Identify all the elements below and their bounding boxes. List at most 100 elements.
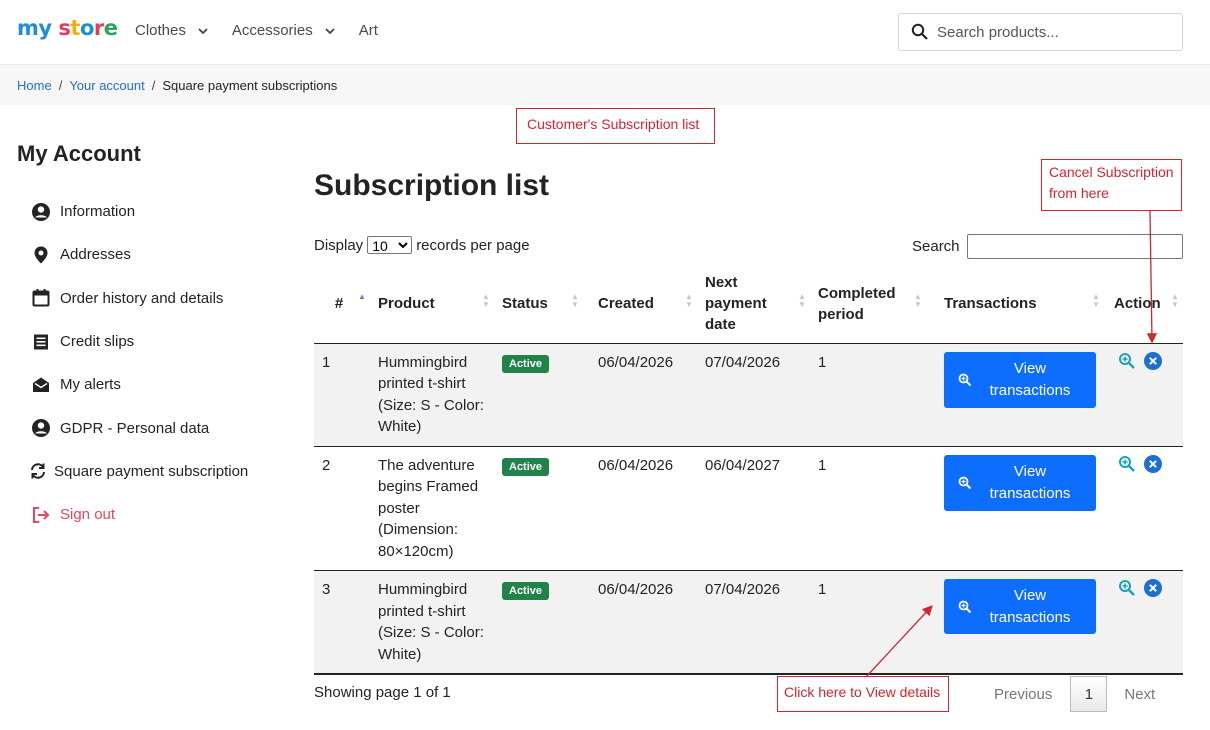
previous-page-button[interactable]: Previous: [994, 686, 1052, 703]
column-header-label: Completed period: [818, 284, 896, 323]
subscription-table: # ▲ Product ▲ ▼ Status ▲ ▼ Created ▲ ▼ Next pay…: [314, 265, 1183, 675]
breadcrumb-separator: /: [151, 78, 156, 93]
column-header-number[interactable]: # ▲: [314, 265, 370, 344]
sidebar-item-label: Sign out: [60, 506, 116, 524]
cancel-subscription-icon[interactable]: [1144, 351, 1162, 370]
envelope-open-icon: [30, 374, 52, 396]
nav-art-label: Art: [358, 22, 378, 39]
column-header-completed-period[interactable]: Completed period ▲ ▼: [810, 265, 926, 344]
sidebar-item-label: Square payment subscription: [54, 462, 249, 480]
breadcrumb-bar: Home / Your account / Square payment sub…: [0, 64, 1210, 105]
table-header-row: # ▲ Product ▲ ▼ Status ▲ ▼ Created ▲ ▼ Next pay…: [314, 265, 1183, 344]
column-header-label: Created: [598, 295, 654, 313]
cell-actions: [1104, 343, 1183, 447]
pagination-info: Showing page 1 of 1: [314, 684, 451, 701]
user-circle-icon: [30, 201, 52, 223]
cell-product: Hummingbird printed t-shirt (Size: S - C…: [370, 343, 494, 447]
column-header-created[interactable]: Created ▲ ▼: [583, 265, 697, 344]
breadcrumb: Home / Your account / Square payment sub…: [17, 78, 337, 93]
breadcrumb-your-account[interactable]: Your account: [69, 78, 144, 93]
next-page-button[interactable]: Next: [1124, 686, 1155, 703]
column-header-product[interactable]: Product ▲ ▼: [370, 265, 494, 344]
cell-created: 06/04/2026: [583, 446, 697, 571]
row-actions: [1112, 579, 1175, 597]
sidebar-item-label: My alerts: [60, 376, 121, 394]
sidebar-item-label: Information: [60, 203, 136, 221]
cell-number: 1: [314, 343, 370, 447]
column-header-label: Product: [378, 295, 435, 313]
table-row: 2 The adventure begins Framed poster (Di…: [314, 446, 1183, 571]
sort-icon: ▲ ▼: [685, 292, 693, 309]
display-prefix: Display: [314, 236, 364, 254]
view-transactions-button[interactable]: View transactions: [944, 454, 1096, 511]
sort-icon: ▲ ▼: [914, 292, 922, 309]
cell-status: Active: [494, 446, 583, 571]
table-row: 1 Hummingbird printed t-shirt (Size: S -…: [314, 343, 1183, 447]
view-transactions-button[interactable]: View transactions: [944, 579, 1096, 634]
cell-status: Active: [494, 570, 583, 675]
cell-completed: 1: [810, 570, 926, 675]
sidebar-item-order-history[interactable]: Order history and details: [30, 277, 248, 320]
account-sidebar: Information Addresses Order history and …: [30, 190, 248, 536]
nav-clothes-label: Clothes: [135, 22, 186, 39]
sort-icon: ▲ ▼: [1092, 292, 1100, 309]
logo-my: my: [17, 16, 52, 40]
sidebar-item-square-subscription[interactable]: Square payment subscription: [27, 450, 248, 493]
sidebar-item-label: Credit slips: [60, 333, 135, 351]
sidebar-item-information[interactable]: Information: [30, 190, 248, 233]
page-button-current[interactable]: 1: [1070, 676, 1108, 712]
product-search-input[interactable]: [937, 23, 1177, 41]
cell-completed: 1: [810, 446, 926, 571]
cell-product: The adventure begins Framed poster (Dime…: [370, 446, 494, 571]
view-details-icon[interactable]: [1118, 455, 1136, 473]
annotation-subscription-list: Customer's Subscription list: [516, 108, 715, 144]
sidebar-item-gdpr[interactable]: GDPR - Personal data: [30, 406, 248, 449]
annotation-cancel-subscription: Cancel Subscription from here: [1041, 159, 1182, 211]
column-header-status[interactable]: Status ▲ ▼: [494, 265, 583, 344]
cell-next-payment: 07/04/2026: [697, 343, 810, 447]
chevron-down-icon: [198, 27, 208, 34]
sort-icon: ▲ ▼: [798, 292, 806, 309]
cell-created: 06/04/2026: [583, 343, 697, 447]
nav-art[interactable]: Art: [359, 22, 378, 39]
nav-accessories-label: Accessories: [231, 22, 313, 39]
column-header-next-payment[interactable]: Next payment date ▲ ▼: [697, 265, 810, 344]
view-transactions-label: View transactions: [989, 586, 1071, 626]
cancel-subscription-icon[interactable]: [1144, 579, 1162, 597]
view-transactions-button[interactable]: View transactions: [944, 351, 1096, 408]
cell-number: 2: [314, 446, 370, 571]
view-details-icon[interactable]: [1118, 352, 1136, 370]
view-details-icon[interactable]: [1118, 579, 1136, 597]
records-per-page-select[interactable]: 10: [367, 236, 413, 254]
nav-accessories[interactable]: Accessories: [232, 22, 337, 39]
breadcrumb-separator: /: [58, 78, 63, 93]
sidebar-item-my-alerts[interactable]: My alerts: [30, 363, 248, 406]
breadcrumb-home[interactable]: Home: [17, 78, 52, 93]
cell-status: Active: [494, 343, 583, 447]
cell-actions: [1104, 446, 1183, 571]
calendar-icon: [30, 287, 52, 309]
column-header-label: Status: [502, 295, 548, 313]
table-search-input[interactable]: [967, 234, 1183, 259]
nav-clothes[interactable]: Clothes: [135, 22, 210, 39]
sidebar-item-label: GDPR - Personal data: [60, 419, 210, 437]
cancel-subscription-icon[interactable]: [1144, 454, 1162, 473]
sidebar-item-sign-out[interactable]: Sign out: [30, 493, 248, 536]
sidebar-item-credit-slips[interactable]: Credit slips: [30, 320, 248, 363]
sidebar-item-addresses[interactable]: Addresses: [30, 233, 248, 276]
search-icon[interactable]: [911, 23, 929, 41]
sidebar-item-label: Order history and details: [60, 289, 224, 307]
store-logo[interactable]: my store: [17, 16, 118, 40]
display-suffix: records per page: [416, 236, 530, 254]
zoom-in-icon: [958, 600, 972, 613]
view-transactions-label: View transactions: [989, 462, 1071, 502]
sort-icon: ▲ ▼: [571, 292, 579, 309]
column-header-action[interactable]: Action ▲ ▼: [1104, 265, 1183, 344]
row-actions: [1112, 454, 1175, 473]
location-pin-icon: [30, 244, 52, 266]
status-badge: Active: [502, 354, 550, 373]
page-title: Subscription list: [314, 169, 550, 202]
breadcrumb-current: Square payment subscriptions: [162, 78, 338, 93]
column-header-transactions[interactable]: Transactions ▲ ▼: [926, 265, 1104, 344]
product-search-box: [898, 13, 1183, 51]
